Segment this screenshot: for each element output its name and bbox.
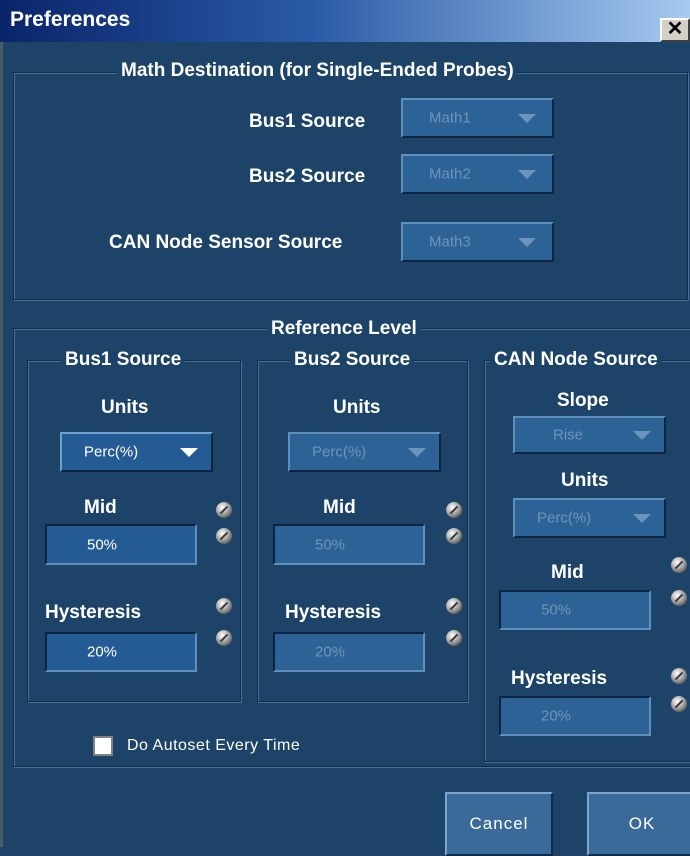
bus1-units-value: Perc(%)	[84, 443, 139, 461]
can-units-label: Units	[561, 470, 609, 491]
bus2-units-label: Units	[333, 397, 381, 418]
dialog-body: Math Destination (for Single-Ended Probe…	[0, 42, 690, 856]
can-hysteresis-label: Hysteresis	[511, 668, 608, 689]
bus2-hysteresis-field[interactable]: 20%	[273, 632, 425, 672]
window-title: Preferences	[10, 8, 131, 31]
can-units-dropdown[interactable]: Perc(%)	[513, 498, 666, 538]
can-slope-label: Slope	[557, 390, 609, 411]
bus1-hysteresis-value: 20%	[87, 643, 118, 661]
bus2-source-dropdown[interactable]: Math2	[401, 154, 554, 194]
can-hysteresis-field[interactable]: 20%	[499, 696, 651, 736]
bus2-reference-title: Bus2 Source	[290, 349, 415, 371]
can-node-sensor-source-label: CAN Node Sensor Source	[109, 232, 343, 253]
chevron-down-icon	[408, 448, 426, 457]
bus2-units-value: Perc(%)	[312, 443, 367, 461]
bus2-units-dropdown[interactable]: Perc(%)	[288, 432, 441, 472]
bus2-mid-value: 50%	[315, 536, 346, 553]
autoset-label[interactable]: Do Autoset Every Time	[127, 737, 300, 755]
can-node-reference-title: CAN Node Source	[490, 349, 662, 371]
adjust-knob-icon[interactable]	[446, 528, 462, 544]
chevron-down-icon	[633, 431, 651, 440]
bus2-source-value: Math2	[429, 165, 471, 183]
bus1-mid-field[interactable]: 50%	[45, 524, 197, 565]
bus1-mid-value: 50%	[87, 536, 118, 553]
adjust-knob-icon[interactable]	[446, 630, 462, 646]
adjust-knob-icon[interactable]	[446, 598, 462, 614]
adjust-knob-icon[interactable]	[216, 502, 232, 518]
bus1-hysteresis-field[interactable]: 20%	[45, 632, 197, 672]
can-mid-value: 50%	[541, 601, 572, 619]
bus1-source-value: Math1	[429, 109, 471, 127]
close-icon[interactable]: ✕	[660, 18, 690, 42]
adjust-knob-icon[interactable]	[671, 668, 687, 684]
bus2-hysteresis-label: Hysteresis	[285, 602, 382, 623]
can-units-value: Perc(%)	[537, 509, 592, 527]
bus2-hysteresis-value: 20%	[315, 643, 346, 661]
can-node-sensor-source-dropdown[interactable]: Math3	[401, 222, 554, 262]
can-mid-label: Mid	[551, 562, 584, 583]
can-slope-dropdown[interactable]: Rise	[513, 416, 666, 454]
cancel-button[interactable]: Cancel	[445, 792, 553, 856]
title-bar: Preferences ✕	[0, 0, 690, 42]
bus1-reference-title: Bus1 Source	[61, 349, 186, 371]
bus1-source-dropdown[interactable]: Math1	[401, 98, 554, 138]
can-slope-value: Rise	[553, 426, 584, 444]
adjust-knob-icon[interactable]	[671, 590, 687, 606]
adjust-knob-icon[interactable]	[671, 696, 687, 712]
ok-button[interactable]: OK	[587, 792, 690, 856]
adjust-knob-icon[interactable]	[671, 557, 687, 573]
bus1-units-dropdown[interactable]: Perc(%)	[60, 432, 213, 472]
bus1-mid-label: Mid	[84, 497, 117, 518]
chevron-down-icon	[518, 170, 536, 179]
chevron-down-icon	[518, 114, 536, 123]
bus2-mid-field[interactable]: 50%	[273, 524, 425, 565]
bus2-mid-label: Mid	[323, 497, 356, 518]
chevron-down-icon	[633, 514, 651, 523]
can-node-sensor-source-value: Math3	[429, 233, 471, 251]
bus1-units-label: Units	[101, 397, 149, 418]
adjust-knob-icon[interactable]	[216, 630, 232, 646]
bus2-source-label: Bus2 Source	[249, 166, 366, 187]
chevron-down-icon	[518, 238, 536, 247]
autoset-checkbox[interactable]	[93, 736, 113, 756]
bus1-source-label: Bus1 Source	[249, 111, 366, 132]
reference-level-title: Reference Level	[267, 318, 421, 340]
chevron-down-icon	[180, 448, 198, 457]
math-destination-title: Math Destination (for Single-Ended Probe…	[117, 60, 518, 82]
adjust-knob-icon[interactable]	[446, 502, 462, 518]
can-mid-field[interactable]: 50%	[499, 590, 651, 630]
can-hysteresis-value: 20%	[541, 707, 572, 725]
adjust-knob-icon[interactable]	[216, 528, 232, 544]
bus1-hysteresis-label: Hysteresis	[45, 602, 142, 623]
adjust-knob-icon[interactable]	[216, 598, 232, 614]
